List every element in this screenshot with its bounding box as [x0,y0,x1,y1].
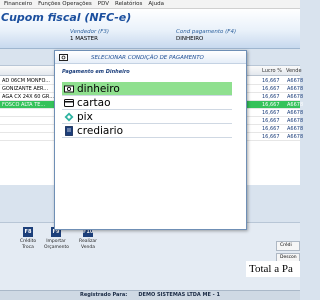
column-header-vende[interactable]: Vende [286,68,302,74]
row-lucro: 16,667 [262,78,280,84]
cash-icon [59,54,68,63]
dialog-title-bar: SELECIONAR CONDIÇÃO DE PAGAMENTO [55,51,246,64]
menu-item-ajuda[interactable]: Ajuda [148,1,164,7]
payment-option-crediario[interactable]: crediario [62,124,232,138]
vendedor-label: Vendedor (F3) [70,29,110,35]
menu-item-financeiro[interactable]: Financeiro [4,1,32,7]
row-vende: A6678 [287,78,304,84]
header: Cupom fiscal (NFC-e) Vendedor (F3) 1 MAS… [0,9,300,49]
payment-option-label: dinheiro [77,83,120,95]
row-description: AGA CX 24X 60 GR... [2,94,54,100]
payment-option-label: cartao [77,97,111,109]
payment-condition-dialog: SELECIONAR CONDIÇÃO DE PAGAMENTO Pagamen… [54,50,247,230]
menu-item-funcoes-operacoes[interactable]: Funções Operações [38,1,92,7]
row-vende: A6678 [287,110,304,116]
row-lucro: 16,667 [262,110,280,116]
status-label: Registrado Para: [80,292,128,298]
dialog-title: SELECIONAR CONDIÇÃO DE PAGAMENTO [91,55,204,61]
cash-icon [64,84,74,94]
credito-troca-button[interactable]: F8 Crédito Troca [16,227,40,261]
row-lucro: 16,667 [262,134,280,140]
cond-pagamento-field[interactable]: DINHEIRO [176,36,203,42]
total-label: Total a Pa [249,263,293,275]
f8-key-icon: F8 [23,227,33,237]
row-vende: A6678 [287,134,304,140]
row-lucro: 16,667 [262,118,280,124]
total-display: Total a Pa [246,261,300,277]
row-description: FOSCO ALTA TE... [2,102,46,108]
payment-option-dinheiro[interactable]: dinheiro [62,82,232,96]
vendedor-field[interactable]: 1 MASTER [70,36,98,42]
row-lucro: 16,667 [262,94,280,100]
payment-option-cartao[interactable]: cartao [62,96,232,110]
credito-button[interactable]: Crédi [276,241,300,251]
page-title: Cupom fiscal (NFC-e) [1,11,132,24]
row-vende: A6678 [287,102,304,108]
tool-label: Realizar Venda [79,239,97,250]
dialog-subtitle: Pagamento em Dinheiro [62,69,130,75]
row-vende: A6678 [287,118,304,124]
payment-option-pix[interactable]: pix [62,110,232,124]
realizar-venda-button[interactable]: F10 Realizar Venda [76,227,100,261]
row-lucro: 16,667 [262,126,280,132]
row-vende: A6678 [287,86,304,92]
cond-pagamento-label: Cond pagamento (F4) [176,29,237,35]
tool-label: Importar Orçamento [44,239,70,250]
row-vende: A6678 [287,94,304,100]
status-bar: Registrado Para: DEMO SISTEMAS LTDA ME -… [0,290,300,300]
row-lucro: 16,667 [262,102,280,108]
row-description: GONIZANTE AER... [2,86,49,92]
column-header-lucro[interactable]: Lucro % [262,68,282,74]
notebook-icon [64,126,74,136]
menu-item-pdv[interactable]: PDV [98,1,109,7]
importar-orcamento-button[interactable]: F9 Importar Orçamento [44,227,70,261]
row-lucro: 16,667 [262,86,280,92]
payment-option-label: crediario [77,125,123,137]
menu-bar: Financeiro Funções Operações PDV Relatór… [0,0,300,9]
row-vende: A6678 [287,126,304,132]
bottom-toolbar: F8 Crédito Troca F9 Importar Orçamento F… [0,222,300,290]
row-description: AD 06CM MONFO... [2,78,50,84]
status-value: DEMO SISTEMAS LTDA ME - 1 [138,292,220,298]
payment-option-label: pix [77,111,93,123]
card-icon [64,98,74,108]
tool-label: Crédito Troca [19,239,37,250]
pix-icon [64,112,74,122]
menu-item-relatorios[interactable]: Relatórios [115,1,142,7]
